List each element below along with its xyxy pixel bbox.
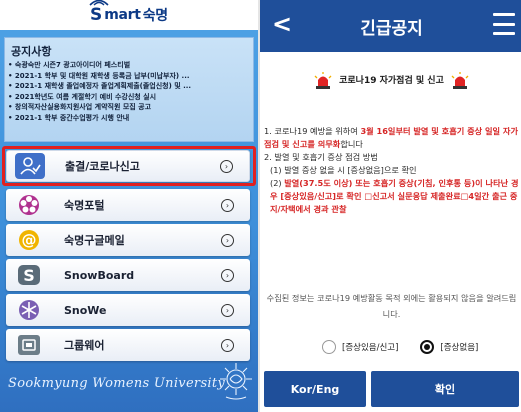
- confirm-button[interactable]: 확인: [371, 371, 519, 407]
- page-title: 긴급공지: [360, 19, 423, 39]
- portal-flower-icon: [14, 192, 44, 218]
- top-bar: S mart 숙명: [0, 0, 258, 30]
- body-paragraph-2: 2. 발열 및 호흡기 증상 점검 방법: [264, 152, 378, 162]
- chevron-right-icon: ›: [221, 303, 234, 317]
- snowboard-s-icon: S: [14, 262, 44, 288]
- header-bar: < 긴급공지: [260, 0, 521, 52]
- subject-text: 코로나19 자가점검 및 신고: [339, 76, 444, 86]
- menu-label: 숙명포털: [64, 199, 105, 212]
- svg-text:@: @: [22, 231, 37, 249]
- notice-title: 공지사항: [11, 45, 52, 58]
- logo-suffix: 숙명: [142, 8, 168, 24]
- emergency-notice-screen: < 긴급공지 코로나19 자가점검 및 신고 1. 코로나19 예방을 위하여 …: [258, 0, 521, 412]
- snowflake-icon: [14, 297, 44, 323]
- notice-item[interactable]: • 숙광숙만 시즌7 광고아이디어 페스티벌: [8, 60, 253, 71]
- logo-word: mart: [104, 7, 141, 23]
- chevron-right-icon: ›: [221, 198, 234, 212]
- left-app-screen: S mart 숙명 공지사항 • 숙광숙만 시즌7 광고아이디어 페스티벌 • …: [0, 0, 258, 412]
- radio-no-symptom[interactable]: [420, 340, 435, 354]
- menu-snowboard[interactable]: S SnowBoard ›: [6, 259, 250, 291]
- language-toggle-button[interactable]: Kor/Eng: [264, 371, 366, 407]
- menu-snowe[interactable]: SnoWe ›: [6, 294, 250, 326]
- menu-label: 숙명구글메일: [64, 234, 125, 247]
- menu-label: SnowBoard: [64, 268, 135, 282]
- menu-google-mail[interactable]: @ 숙명구글메일 ›: [6, 224, 250, 256]
- notice-body: 1. 코로나19 예방을 위하여 3월 16일부터 발열 및 호흡기 증상 일일…: [264, 125, 519, 216]
- chevron-right-icon: ›: [221, 268, 234, 282]
- hamburger-menu-icon[interactable]: [493, 13, 515, 35]
- siren-icon: [451, 72, 469, 89]
- siren-icon: [314, 72, 332, 89]
- groupware-icon: [14, 332, 44, 358]
- radio-no-symptom-label[interactable]: [증상없음]: [440, 341, 478, 353]
- menu-portal[interactable]: 숙명포털 ›: [6, 189, 250, 221]
- notice-item[interactable]: • 창의적자산실용화지원사업 계약직원 모집 공고: [8, 102, 253, 113]
- notice-box: 공지사항 • 숙광숙만 시즌7 광고아이디어 페스티벌 • 2021-1 학부 …: [4, 37, 254, 142]
- notice-item[interactable]: • 2021-1 학부 및 대학원 재학생 등록금 납부(미납부자) ...: [8, 71, 253, 82]
- menu-label: 그룹웨어: [64, 339, 105, 352]
- wifi-arc-icon: [89, 0, 109, 6]
- symptom-radio-group: [증상있음/신고] [증상없음]: [322, 340, 478, 354]
- privacy-notice: 수집된 정보는 코로나19 예방활동 목적 외에는 활용되지 않음을 알려드립니…: [266, 293, 517, 319]
- radio-report[interactable]: [322, 340, 336, 354]
- university-slogan: Sookmyung Womens University: [8, 376, 226, 391]
- smart-sookmyung-logo: S mart 숙명: [89, 0, 180, 27]
- notice-item[interactable]: • 2021-1 재학생 졸업예정자 졸업계획제출(졸업신청) 및 ...: [8, 81, 253, 92]
- notice-item[interactable]: • 2021-1 학부 중간수업평가 시행 안내: [8, 113, 253, 124]
- radio-report-label[interactable]: [증상있음/신고]: [342, 341, 398, 353]
- chevron-right-icon: ›: [221, 233, 234, 247]
- notice-item[interactable]: • 2021학년도 여름 계절학기 예비 수강신청 실시: [8, 92, 253, 103]
- notice-list: • 숙광숙만 시즌7 광고아이디어 페스티벌 • 2021-1 학부 및 대학원…: [8, 60, 253, 124]
- chevron-right-icon: ›: [221, 338, 234, 352]
- svg-text:S: S: [23, 266, 35, 285]
- menu-label: SnoWe: [64, 303, 107, 317]
- body-paragraph-3: (1) 발열 증상 없을 시 [증상없음]으로 확인: [270, 165, 417, 175]
- at-sign-icon: @: [14, 227, 44, 253]
- logo-s-letter: S: [89, 0, 109, 25]
- university-seal-icon: [220, 363, 252, 400]
- notice-subject: 코로나19 자가점검 및 신고: [260, 72, 521, 89]
- body-paragraph-1: 1. 코로나19 예방을 위하여 3월 16일부터 발열 및 호흡기 증상 일일…: [264, 126, 519, 149]
- body-paragraph-4: (2) 발열(37.5도 이상) 또는 호흡기 증상(기침, 인후통 등)이 나…: [270, 178, 519, 214]
- menu-groupware[interactable]: 그룹웨어 ›: [6, 329, 250, 361]
- red-highlight-box: [2, 146, 256, 186]
